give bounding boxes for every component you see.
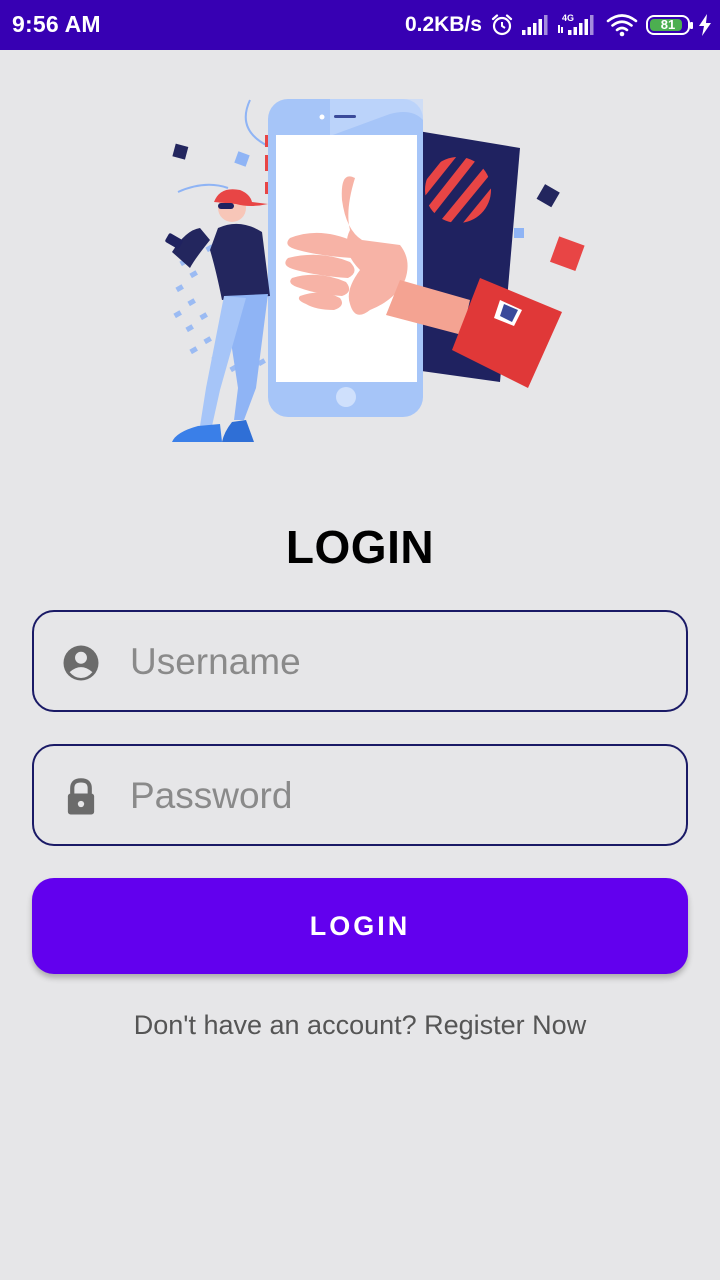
- net-speed: 0.2KB/s: [404, 13, 482, 36]
- page-title: LOGIN: [285, 521, 435, 573]
- username-input[interactable]: [130, 622, 660, 702]
- signal-icon: [522, 15, 548, 35]
- lock-icon: [67, 778, 95, 815]
- register-link[interactable]: Don't have an account? Register Now: [0, 1010, 720, 1041]
- login-screen: 9:56 AM 0.2KB/s 4G 81 LOGIN Username LOG…: [0, 0, 720, 1280]
- status-bar: 9:56 AM 0.2KB/s 4G 81: [0, 0, 720, 50]
- password-input[interactable]: [130, 756, 660, 836]
- wifi-icon: [606, 14, 638, 37]
- status-time: 9:56 AM: [12, 11, 101, 37]
- status-icons: 0.2KB/s 4G 81: [405, 8, 712, 42]
- login-button[interactable]: LOGIN: [32, 878, 688, 974]
- alarm-icon: [491, 14, 513, 36]
- password-field[interactable]: [32, 744, 688, 846]
- username-field[interactable]: [32, 610, 688, 712]
- network-type-label: 4G: [562, 13, 574, 23]
- charging-icon: [699, 14, 711, 36]
- battery-icon: 81: [646, 15, 693, 35]
- login-illustration: [150, 90, 600, 455]
- signal-4g-icon: 4G: [558, 13, 594, 35]
- battery-cap: [690, 22, 693, 29]
- account-circle-icon: [63, 645, 99, 681]
- battery-level: 81: [660, 17, 676, 32]
